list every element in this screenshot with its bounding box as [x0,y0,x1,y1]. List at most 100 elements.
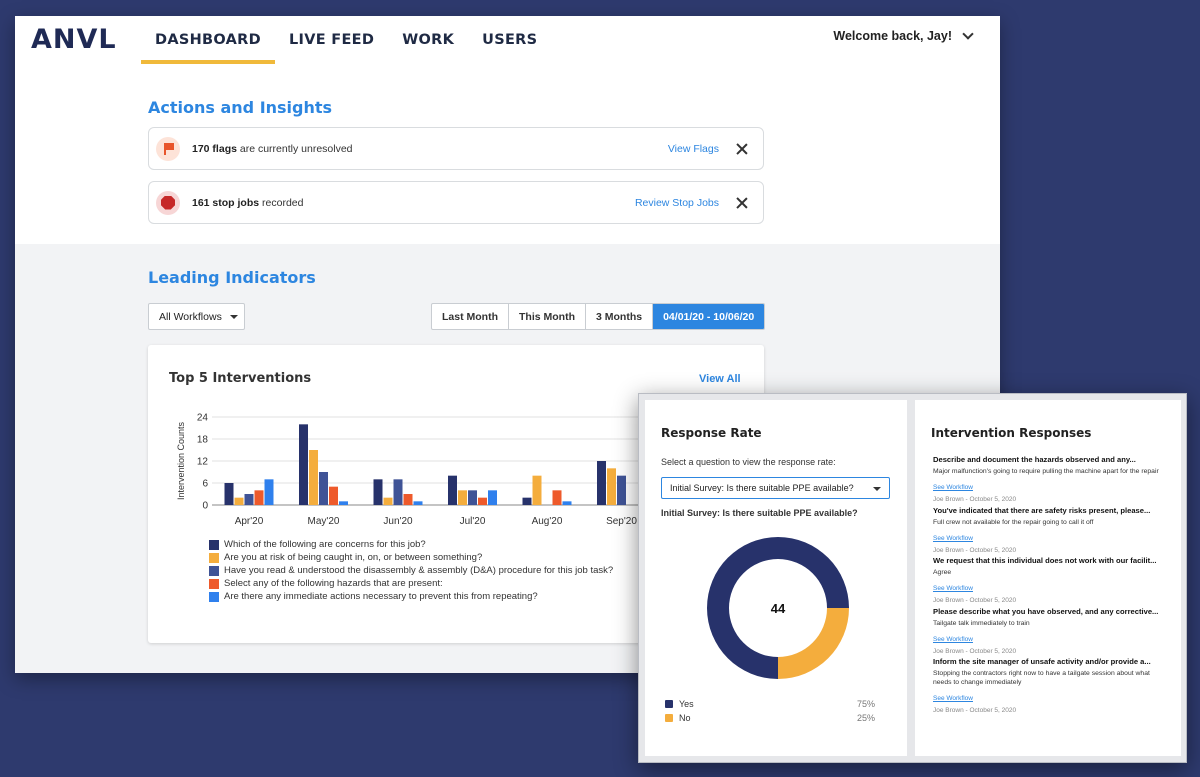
chart-legend: Which of the following are concerns for … [209,538,613,603]
bar[interactable] [522,497,532,505]
bar[interactable] [373,479,383,505]
response-meta: Joe Brown - October 5, 2020 [933,546,1017,554]
response-question: Please describe what you have observed, … [933,606,1159,616]
bar[interactable] [264,479,274,505]
bar[interactable] [458,490,467,505]
review-stop-jobs-link[interactable]: Review Stop Jobs [635,197,719,209]
response-meta: Joe Brown - October 5, 2020 [933,597,1017,604]
x-tick-label: Apr'20 [235,516,264,527]
response-legend: Yes 75% No 25% [665,697,875,725]
yes-label: Yes [679,699,694,709]
bar[interactable] [224,483,234,505]
bar[interactable] [254,490,264,505]
actions-title: Actions and Insights [148,98,333,117]
bar[interactable] [403,494,413,505]
response-question: We request that this individual does not… [933,556,1157,565]
x-tick-label: Sep'20 [606,516,637,527]
bar[interactable] [597,461,606,505]
legend-swatch [209,591,219,602]
bar[interactable] [478,497,487,505]
bar[interactable] [413,501,423,505]
response-answer: Stopping the contractors right now to ha… [933,670,1150,686]
legend-swatch [209,578,219,589]
response-rate-title: Response Rate [661,426,762,440]
stop-jobs-count: 161 stop jobs [192,196,260,209]
y-tick-label: 0 [202,501,208,512]
see-workflow-link[interactable]: See Workflow [933,695,973,702]
legend-item: Select any of the following hazards that… [209,577,613,590]
user-menu[interactable]: Welcome back, Jay! [833,28,974,43]
bar[interactable] [607,468,616,505]
bar[interactable] [468,490,477,505]
selected-question-label: Initial Survey: Is there suitable PPE av… [661,508,858,518]
response-meta: Joe Brown - October 5, 2020 [933,496,1017,503]
bar[interactable] [617,475,626,505]
response-question: Inform the site manager of unsafe activi… [933,657,1151,666]
legend-no: No 25% [665,711,875,725]
bar[interactable] [319,472,328,505]
caret-down-icon [229,314,238,319]
y-axis-label: Intervention Counts [176,421,186,500]
nav-live-feed[interactable]: LIVE FEED [275,16,388,64]
list-item: You've indicated that there are safety r… [933,506,1165,557]
stop-jobs-alert: 161 stop jobs recorded Review Stop Jobs [148,181,764,224]
flags-alert-text: 170 flags are currently unresolved [192,143,668,155]
bar[interactable] [448,475,457,505]
legend-label: Which of the following are concerns for … [224,539,426,550]
tab-3-months[interactable]: 3 Months [586,304,654,329]
bar[interactable] [488,490,497,505]
bar[interactable] [552,490,562,505]
list-item: We request that this individual does not… [933,556,1165,607]
y-tick-label: 18 [197,435,209,446]
responses-title: Intervention Responses [931,426,1092,440]
workflow-filter-dropdown[interactable]: All Workflows [148,303,245,330]
tab-custom-range[interactable]: 04/01/20 - 10/06/20 [653,304,765,329]
bar[interactable] [309,450,318,505]
caret-down-icon [873,487,881,491]
bar[interactable] [532,475,542,505]
legend-item: Have you read & understood the disassemb… [209,564,613,577]
list-item: Describe and document the hazards observ… [933,455,1165,506]
see-workflow-link[interactable]: See Workflow [933,636,973,643]
y-tick-label: 12 [197,457,209,468]
bar[interactable] [339,501,348,505]
tab-this-month[interactable]: This Month [509,304,586,329]
see-workflow-link[interactable]: See Workflow [933,585,973,592]
no-percent: 25% [856,713,875,723]
question-select[interactable]: Initial Survey: Is there suitable PPE av… [661,477,890,499]
question-select-value: Initial Survey: Is there suitable PPE av… [670,483,854,493]
stop-icon [156,190,180,215]
no-label: No [679,713,691,723]
bar[interactable] [383,497,393,505]
view-all-link[interactable]: View All [699,373,741,385]
bar[interactable] [299,424,308,505]
response-answer: Agree [933,569,952,576]
bar[interactable] [329,486,338,505]
y-tick-label: 24 [197,413,209,424]
see-workflow-link[interactable]: See Workflow [933,484,973,491]
card-title: Top 5 Interventions [169,371,312,386]
leading-indicators-title: Leading Indicators [148,268,316,287]
bar[interactable] [393,479,403,505]
logo-text: ANVL [31,24,117,55]
bar[interactable] [234,497,244,505]
view-flags-link[interactable]: View Flags [668,143,719,155]
tab-last-month[interactable]: Last Month [432,304,509,329]
nav-work[interactable]: WORK [388,16,468,64]
close-icon[interactable] [735,142,749,156]
x-tick-label: Jun'20 [383,516,413,527]
nav-dashboard[interactable]: DASHBOARD [141,16,275,64]
bar[interactable] [562,501,572,505]
legend-item: Which of the following are concerns for … [209,538,613,551]
legend-yes: Yes 75% [665,697,875,711]
close-icon[interactable] [735,196,749,210]
see-workflow-link[interactable]: See Workflow [933,535,973,542]
legend-label: Select any of the following hazards that… [224,578,443,589]
anvl-logo[interactable]: ANVL [31,24,117,55]
bar[interactable] [244,494,254,505]
response-answer: Tailgate talk immediately to train [933,619,1030,627]
y-tick-label: 6 [202,479,208,490]
nav-users[interactable]: USERS [468,16,551,64]
flag-icon [156,136,180,161]
workflow-filter-value: All Workflows [159,310,222,323]
